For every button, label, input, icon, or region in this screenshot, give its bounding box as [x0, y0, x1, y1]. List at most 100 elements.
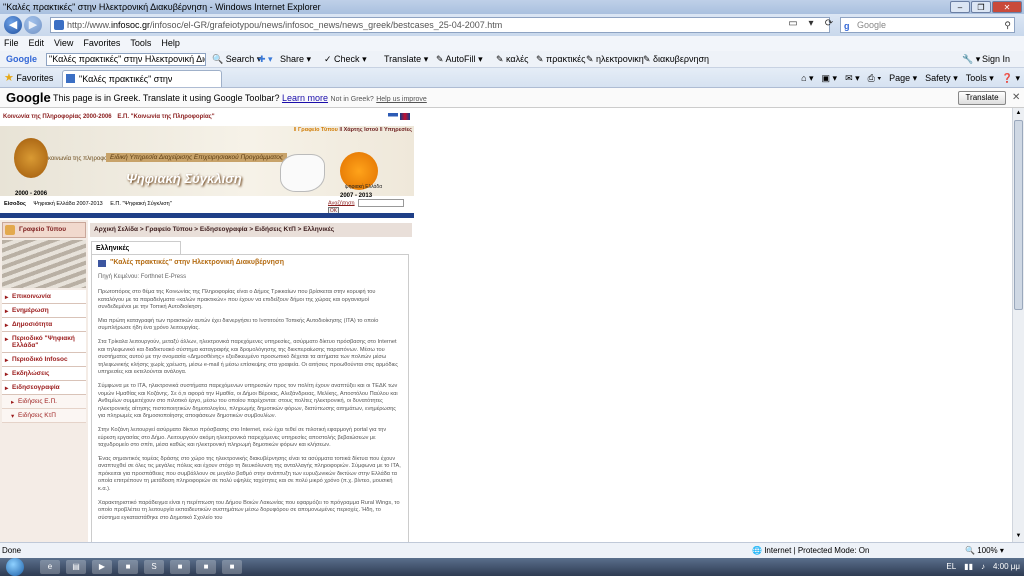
- zoom-level[interactable]: 🔍 100% ▾: [965, 543, 1004, 558]
- mail-icon[interactable]: ✉ ▾: [845, 71, 860, 85]
- forward-button[interactable]: ▶: [24, 16, 42, 34]
- english-flag-icon[interactable]: [400, 113, 410, 120]
- top-link[interactable]: Κοινωνία της Πληροφορίας 2000-2006: [3, 114, 112, 120]
- network-icon[interactable]: ▮▮: [964, 558, 973, 576]
- toolbar-check-button[interactable]: ✓ Check ▾: [324, 51, 367, 68]
- google-logo: Google: [6, 90, 51, 105]
- site-search-input[interactable]: [358, 199, 405, 207]
- scroll-up-icon[interactable]: ▲: [1013, 108, 1024, 119]
- learn-more-link[interactable]: Learn more: [282, 93, 328, 103]
- favorites-button[interactable]: ★ Favorites: [4, 71, 53, 85]
- sidebar-header[interactable]: Γραφείο Τύπου: [2, 222, 86, 238]
- sidebar-item-communication[interactable]: Επικοινωνία: [2, 290, 86, 304]
- top-links: Κοινωνία της Πληροφορίας 2000-2006 Ε.Π. …: [3, 114, 219, 120]
- ie-icon[interactable]: e: [40, 560, 60, 574]
- toolbar-search-button[interactable]: 🔍 Search ▾: [212, 51, 261, 68]
- app-icon[interactable]: ■: [170, 560, 190, 574]
- subnav-item[interactable]: Ψηφιακή Ελλάδα 2007-2013: [33, 201, 102, 207]
- scroll-down-icon[interactable]: ▼: [1013, 531, 1024, 542]
- sidebar-item-news[interactable]: Ειδησεογραφία: [2, 381, 86, 395]
- article-title: "Καλές πρακτικές" στην Ηλεκτρονική Διακυ…: [98, 259, 402, 267]
- dropdown-icon[interactable]: ▾: [804, 17, 818, 31]
- sidebar-item-publicity[interactable]: Δημοσιότητα: [2, 318, 86, 332]
- menu-bar: File Edit View Favorites Tools Help: [0, 36, 1024, 51]
- toolbar-autofill-button[interactable]: ✎ AutoFill ▾: [436, 51, 483, 68]
- sidebar-item-magazine-infosoc[interactable]: Περιοδικό Infosoc: [2, 353, 86, 367]
- back-button[interactable]: ◀: [4, 16, 22, 34]
- menu-help[interactable]: Help: [161, 36, 180, 51]
- help-improve-link[interactable]: Help us improve: [376, 96, 427, 103]
- sidebar-subitem-ep-news[interactable]: Ειδήσεις Ε.Π.: [2, 395, 86, 409]
- menu-file[interactable]: File: [4, 36, 19, 51]
- address-row: ◀ ▶ http://www.infosoc.gr/infosoc/el-GR/…: [0, 14, 1024, 36]
- menu-favorites[interactable]: Favorites: [83, 36, 120, 51]
- search-input[interactable]: g Google ⚲: [840, 17, 1015, 33]
- clock[interactable]: 4:00 μμ: [993, 558, 1020, 576]
- subnav-item[interactable]: Ε.Π. "Ψηφιακή Σύγκλιση": [110, 201, 171, 207]
- search-icon[interactable]: ⚲: [1004, 18, 1011, 32]
- toolbar-search-input[interactable]: "Καλές πρακτικές" στην Ηλεκτρονική Διακυ…: [46, 53, 206, 66]
- help-icon[interactable]: ❓ ▾: [1002, 71, 1020, 85]
- app-icon[interactable]: ■: [196, 560, 216, 574]
- article-source: Πηγή Κειμένου: Forthnet E-Press: [98, 274, 187, 280]
- refresh-icon[interactable]: ⟳: [822, 17, 836, 31]
- feeds-icon[interactable]: ▣ ▾: [822, 71, 838, 85]
- translate-button[interactable]: Translate: [958, 91, 1006, 105]
- google-toolbar-logo[interactable]: Google: [6, 51, 37, 68]
- sidebar-item-events[interactable]: Εκδηλώσεις: [2, 367, 86, 381]
- infosoc-logo[interactable]: [14, 138, 48, 178]
- security-zone[interactable]: 🌐 Internet | Protected Mode: On: [752, 543, 869, 558]
- toolbar-highlight-word[interactable]: ✎ ηλεκτρονικη: [586, 51, 644, 68]
- safety-menu[interactable]: Safety ▾: [925, 71, 958, 85]
- press-office-link[interactable]: ‖ Γραφείο Τύπου: [294, 127, 338, 133]
- toolbar-highlight-word[interactable]: ✎ καλές: [496, 51, 529, 68]
- tab-greek[interactable]: Ελληνικές: [91, 241, 181, 255]
- close-icon[interactable]: ✕: [1012, 88, 1020, 108]
- vertical-scrollbar[interactable]: ▲ ▼: [1012, 108, 1024, 542]
- sidebar-item-information[interactable]: Ενημέρωση: [2, 304, 86, 318]
- toolbar-highlight-word[interactable]: ✎ διακυβερνηση: [643, 51, 709, 68]
- greek-flag-icon[interactable]: [388, 113, 398, 120]
- maximize-icon[interactable]: ❐: [971, 1, 991, 13]
- sidebar-item-magazine-digital-greece[interactable]: Περιοδικό "Ψηφιακή Ελλάδα": [2, 332, 86, 353]
- app-icon[interactable]: ■: [118, 560, 138, 574]
- media-player-icon[interactable]: ▶: [92, 560, 112, 574]
- window-titlebar: "Καλές πρακτικές" στην Ηλεκτρονική Διακυ…: [0, 0, 1024, 14]
- sidebar-subitem-ktp-news[interactable]: Ειδήσεις ΚτΠ: [2, 409, 86, 423]
- browser-tab[interactable]: "Καλές πρακτικές" στην Ηλεκτρονική Διακ.…: [62, 70, 222, 87]
- folder-icon[interactable]: ▤: [66, 560, 86, 574]
- scrollbar-thumb[interactable]: [1014, 120, 1023, 310]
- google-icon: g: [844, 21, 850, 31]
- volume-icon[interactable]: ♪: [981, 558, 985, 576]
- toolbar-share-button[interactable]: Share ▾: [280, 51, 311, 68]
- top-link[interactable]: Ε.Π. "Κοινωνία της Πληροφορίας": [117, 114, 214, 120]
- close-icon[interactable]: ✕: [992, 1, 1022, 13]
- services-link[interactable]: ‖ Υπηρεσίες: [380, 127, 412, 133]
- subnav-home[interactable]: Είσοδος: [4, 201, 26, 207]
- start-button[interactable]: [6, 558, 24, 576]
- toolbar-plus-icon[interactable]: ✚ ▾: [258, 51, 273, 68]
- address-bar[interactable]: http://www.infosoc.gr/infosoc/el-GR/graf…: [50, 17, 830, 33]
- compatibility-icon[interactable]: ▭: [786, 17, 800, 31]
- page-menu[interactable]: Page ▾: [889, 71, 917, 85]
- toolbar-highlight-word[interactable]: ✎ πρακτικές: [536, 51, 585, 68]
- language-indicator[interactable]: EL: [946, 558, 956, 576]
- signin-button[interactable]: Sign In: [982, 51, 1010, 68]
- tools-menu[interactable]: Tools ▾: [966, 71, 994, 85]
- skype-icon[interactable]: S: [144, 560, 164, 574]
- minimize-icon[interactable]: –: [950, 1, 970, 13]
- system-tray: EL ▮▮ ♪ 4:00 μμ: [946, 558, 1020, 576]
- page-favicon-icon: [54, 20, 64, 30]
- home-icon[interactable]: ⌂ ▾: [801, 71, 813, 85]
- print-icon[interactable]: ⎙ ▾: [868, 71, 881, 85]
- menu-view[interactable]: View: [54, 36, 73, 51]
- menu-edit[interactable]: Edit: [29, 36, 45, 51]
- site-map-link[interactable]: ‖ Χάρτης Ιστού: [339, 127, 378, 133]
- menu-tools[interactable]: Tools: [130, 36, 151, 51]
- breadcrumb[interactable]: Αρχική Σελίδα > Γραφείο Τύπου > Ειδησεογ…: [90, 223, 412, 237]
- toolbar-translate-button[interactable]: Translate ▾: [384, 51, 428, 68]
- article-paragraph: Χαρακτηριστικό παράδειγμα είναι η περίπτ…: [98, 499, 400, 521]
- app-icon[interactable]: ■: [222, 560, 242, 574]
- year-range-left: 2000 - 2006: [15, 191, 48, 197]
- toolbar-settings-icon[interactable]: 🔧 ▾: [962, 51, 980, 68]
